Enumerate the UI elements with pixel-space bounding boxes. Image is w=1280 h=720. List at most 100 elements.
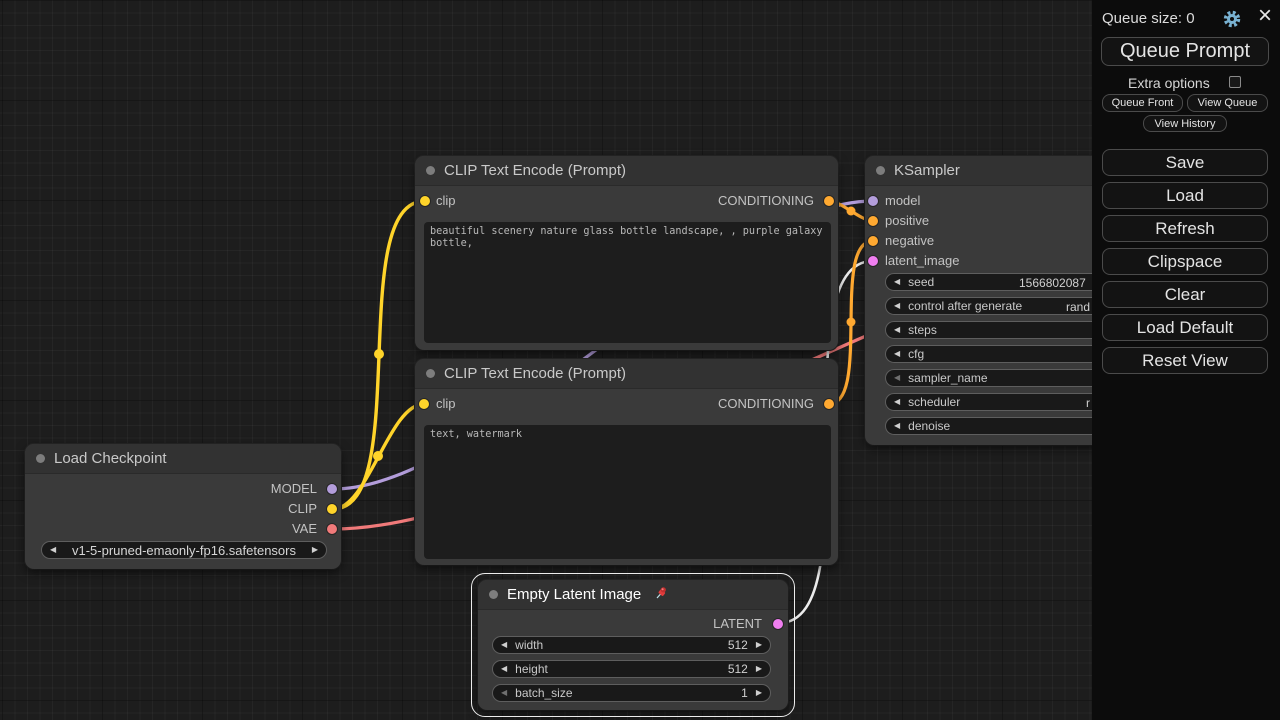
- widget-label: seed: [908, 275, 934, 289]
- prompt-textarea[interactable]: beautiful scenery nature glass bottle la…: [424, 222, 831, 343]
- queue-front-button[interactable]: Queue Front: [1102, 94, 1183, 112]
- node-titlebar[interactable]: CLIP Text Encode (Prompt): [415, 359, 838, 389]
- input-port-model[interactable]: [868, 196, 878, 206]
- queue-size-label: Queue size: 0: [1102, 10, 1195, 27]
- decrement-icon[interactable]: ◀: [894, 393, 900, 411]
- node-clip-text-encode-negative[interactable]: CLIP Text Encode (Prompt) clip CONDITION…: [415, 359, 838, 565]
- width-widget[interactable]: ◀ width 512 ▶: [492, 636, 771, 654]
- increment-icon[interactable]: ▶: [756, 636, 762, 654]
- input-port-clip[interactable]: [419, 399, 429, 409]
- comfy-menu: Queue size: 0 × Queue Prompt Extra optio…: [1092, 0, 1280, 720]
- output-label-model: MODEL: [271, 481, 317, 497]
- output-label-clip: CLIP: [288, 501, 317, 517]
- decrement-icon[interactable]: ◀: [501, 636, 507, 654]
- prev-value-icon[interactable]: ◀: [50, 541, 56, 559]
- link-dot[interactable]: [847, 207, 856, 216]
- node-title: Empty Latent Image: [507, 586, 641, 603]
- widget-value: r: [1086, 395, 1090, 411]
- increment-icon[interactable]: ▶: [756, 660, 762, 678]
- ckpt-name-combo[interactable]: ◀ v1-5-pruned-emaonly-fp16.safetensors ▶: [41, 541, 327, 559]
- widget-label: height: [515, 662, 548, 676]
- output-port-conditioning[interactable]: [824, 196, 834, 206]
- widget-value: 1566802087: [1019, 275, 1086, 291]
- widget-label: cfg: [908, 347, 924, 361]
- collapse-dot-icon[interactable]: [36, 454, 45, 463]
- collapse-dot-icon[interactable]: [489, 590, 498, 599]
- collapse-dot-icon[interactable]: [426, 369, 435, 378]
- decrement-icon[interactable]: ◀: [894, 297, 900, 315]
- widget-label: denoise: [908, 419, 950, 433]
- node-titlebar[interactable]: CLIP Text Encode (Prompt): [415, 156, 838, 186]
- input-port-positive[interactable]: [868, 216, 878, 226]
- widget-label: scheduler: [908, 395, 960, 409]
- view-history-button[interactable]: View History: [1143, 115, 1227, 132]
- input-port-clip[interactable]: [420, 196, 430, 206]
- output-label-conditioning: CONDITIONING: [718, 193, 814, 209]
- load-default-button[interactable]: Load Default: [1102, 314, 1268, 341]
- extra-options-label: Extra options: [1128, 75, 1210, 91]
- reset-view-button[interactable]: Reset View: [1102, 347, 1268, 374]
- link-dot[interactable]: [374, 349, 384, 359]
- widget-label: sampler_name: [908, 371, 987, 385]
- node-clip-text-encode-positive[interactable]: CLIP Text Encode (Prompt) clip CONDITION…: [415, 156, 838, 350]
- next-value-icon[interactable]: ▶: [312, 541, 318, 559]
- input-port-negative[interactable]: [868, 236, 878, 246]
- decrement-icon[interactable]: ◀: [894, 273, 900, 291]
- load-button[interactable]: Load: [1102, 182, 1268, 209]
- output-port-latent[interactable]: [773, 619, 783, 629]
- input-label-latent-image: latent_image: [885, 253, 959, 269]
- output-port-clip[interactable]: [327, 504, 337, 514]
- save-button[interactable]: Save: [1102, 149, 1268, 176]
- input-label-clip: clip: [436, 193, 456, 209]
- ckpt-name-value: v1-5-pruned-emaonly-fp16.safetensors: [72, 543, 296, 558]
- refresh-button[interactable]: Refresh: [1102, 215, 1268, 242]
- input-port-latent-image[interactable]: [868, 256, 878, 266]
- clipspace-button[interactable]: Clipspace: [1102, 248, 1268, 275]
- gear-icon[interactable]: [1222, 9, 1242, 29]
- close-icon[interactable]: ×: [1258, 2, 1272, 30]
- input-label-negative: negative: [885, 233, 934, 249]
- collapse-dot-icon[interactable]: [876, 166, 885, 175]
- decrement-icon[interactable]: ◀: [501, 660, 507, 678]
- pushpin-icon: [654, 586, 668, 605]
- widget-value: 512: [728, 662, 748, 676]
- view-queue-button[interactable]: View Queue: [1187, 94, 1268, 112]
- widget-label: control after generate: [908, 299, 1022, 313]
- increment-icon[interactable]: ▶: [756, 684, 762, 702]
- output-port-conditioning[interactable]: [824, 399, 834, 409]
- input-label-positive: positive: [885, 213, 929, 229]
- node-load-checkpoint[interactable]: Load Checkpoint MODEL CLIP VAE ◀ v1-5-pr…: [25, 444, 341, 569]
- node-title: CLIP Text Encode (Prompt): [444, 365, 626, 382]
- node-title: KSampler: [894, 162, 960, 179]
- collapse-dot-icon[interactable]: [426, 166, 435, 175]
- node-empty-latent-image[interactable]: Empty Latent Image LATENT ◀ width 512 ▶ …: [478, 580, 788, 710]
- clear-button[interactable]: Clear: [1102, 281, 1268, 308]
- prompt-textarea[interactable]: text, watermark: [424, 425, 831, 559]
- widget-label: steps: [908, 323, 937, 337]
- output-port-model[interactable]: [327, 484, 337, 494]
- height-widget[interactable]: ◀ height 512 ▶: [492, 660, 771, 678]
- decrement-icon[interactable]: ◀: [894, 321, 900, 339]
- node-titlebar[interactable]: Load Checkpoint: [25, 444, 341, 474]
- link-dot[interactable]: [847, 318, 856, 327]
- node-title: CLIP Text Encode (Prompt): [444, 162, 626, 179]
- decrement-icon[interactable]: ◀: [894, 369, 900, 387]
- node-titlebar[interactable]: Empty Latent Image: [478, 580, 788, 610]
- batch-size-widget[interactable]: ◀ batch_size 1 ▶: [492, 684, 771, 702]
- input-label-model: model: [885, 193, 920, 209]
- output-label-conditioning: CONDITIONING: [718, 396, 814, 412]
- widget-label: batch_size: [515, 686, 572, 700]
- node-title: Load Checkpoint: [54, 450, 167, 467]
- output-port-vae[interactable]: [327, 524, 337, 534]
- output-label-latent: LATENT: [713, 616, 762, 632]
- widget-value: 512: [728, 638, 748, 652]
- output-label-vae: VAE: [292, 521, 317, 537]
- decrement-icon[interactable]: ◀: [894, 345, 900, 363]
- input-label-clip: clip: [436, 396, 456, 412]
- decrement-icon[interactable]: ◀: [501, 684, 507, 702]
- graph-canvas[interactable]: Load Checkpoint MODEL CLIP VAE ◀ v1-5-pr…: [0, 0, 1280, 720]
- decrement-icon[interactable]: ◀: [894, 417, 900, 435]
- link-dot[interactable]: [373, 451, 383, 461]
- queue-prompt-button[interactable]: Queue Prompt: [1101, 37, 1269, 66]
- extra-options-checkbox[interactable]: [1229, 76, 1241, 88]
